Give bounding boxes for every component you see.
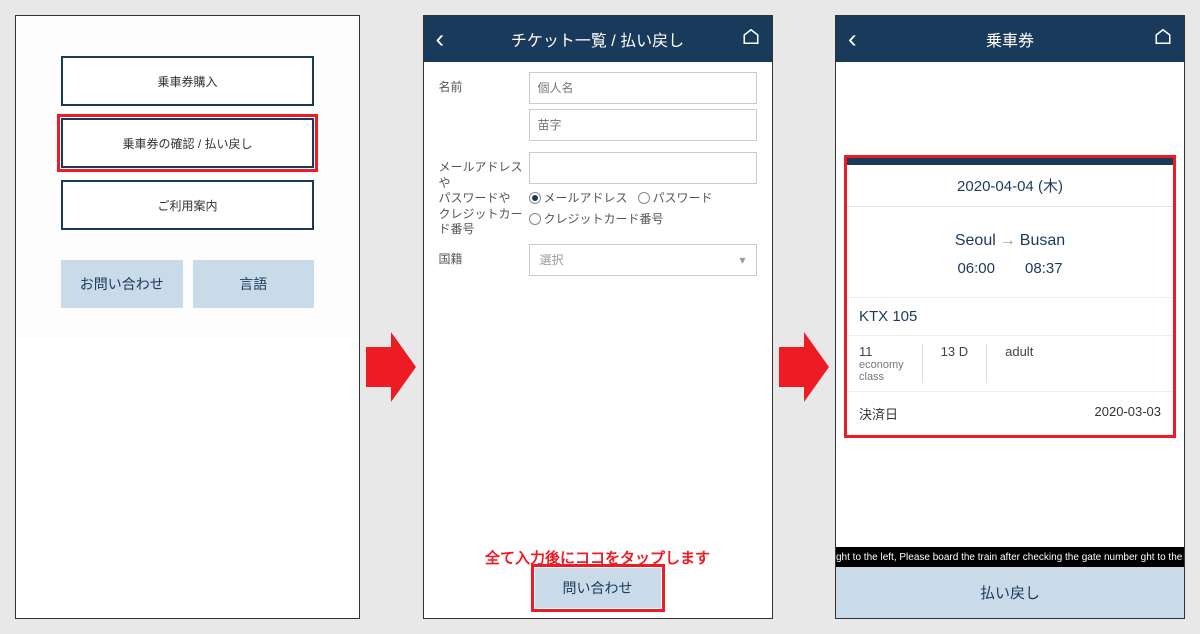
home-icon[interactable] — [1154, 28, 1172, 51]
screen-3-ticket-detail: ‹ 乗車券 2020-04-04 (木) Seoul→Busan 06:0008… — [835, 15, 1185, 619]
screen-2-ticket-list-refund: ‹ チケット一覧 / 払い戻し 名前 メールアドレスや パスワードや クレジット… — [423, 15, 773, 619]
contact-input[interactable] — [529, 152, 757, 184]
radio-email[interactable]: メールアドレス — [529, 189, 628, 206]
radio-password[interactable]: パスワード — [638, 189, 713, 206]
radio-credit[interactable]: クレジットカード番号 — [529, 210, 664, 227]
back-icon[interactable]: ‹ — [848, 24, 857, 55]
contact-label: メールアドレスや パスワードや クレジットカード番号 — [439, 152, 529, 238]
submit-inquiry-button[interactable]: 問い合わせ — [535, 568, 661, 608]
tutorial-container: 乗車券購入 乗車券の確認 / 払い戻し ご利用案内 お問い合わせ 言語 ‹ チケ… — [0, 0, 1200, 634]
header-title: 乗車券 — [986, 27, 1034, 51]
purchase-ticket-button[interactable]: 乗車券購入 — [61, 56, 314, 106]
ticket-date: 2020-04-04 (木) — [847, 165, 1173, 207]
marquee-notice: ght to the left, Please board the train … — [836, 547, 1184, 568]
name-label: 名前 — [439, 72, 529, 96]
lastname-input[interactable] — [529, 109, 757, 141]
ticket-times: 06:0008:37 — [847, 255, 1173, 297]
firstname-input[interactable] — [529, 72, 757, 104]
screen3-header: ‹ 乗車券 — [836, 16, 1184, 62]
screen2-header: ‹ チケット一覧 / 払い戻し — [424, 16, 772, 62]
ticket-card[interactable]: 2020-04-04 (木) Seoul→Busan 06:0008:37 KT… — [846, 157, 1174, 436]
arrow-icon — [779, 332, 829, 402]
chevron-down-icon: ▾ — [739, 253, 745, 267]
screen-1-main-menu: 乗車券購入 乗車券の確認 / 払い戻し ご利用案内 お問い合わせ 言語 — [15, 15, 360, 619]
usage-guide-button[interactable]: ご利用案内 — [61, 180, 314, 230]
arrow-icon — [366, 332, 416, 402]
train-number: KTX 105 — [847, 297, 1173, 335]
back-icon[interactable]: ‹ — [436, 24, 445, 55]
header-title: チケット一覧 / 払い戻し — [511, 27, 684, 51]
language-button[interactable]: 言語 — [193, 260, 315, 308]
refund-button[interactable]: 払い戻し — [836, 567, 1184, 618]
confirm-refund-button[interactable]: 乗車券の確認 / 払い戻し — [61, 118, 314, 168]
home-icon[interactable] — [742, 28, 760, 51]
country-label: 国籍 — [439, 244, 529, 268]
country-select[interactable]: 選択 ▾ — [529, 244, 757, 276]
arrow-right-icon: → — [1000, 232, 1016, 249]
seat-info: 11economy class 13 D adult — [847, 335, 1173, 391]
ticket-route: Seoul→Busan — [847, 207, 1173, 255]
inquiry-button[interactable]: お問い合わせ — [61, 260, 183, 308]
payment-row: 決済日 2020-03-03 — [847, 391, 1173, 435]
